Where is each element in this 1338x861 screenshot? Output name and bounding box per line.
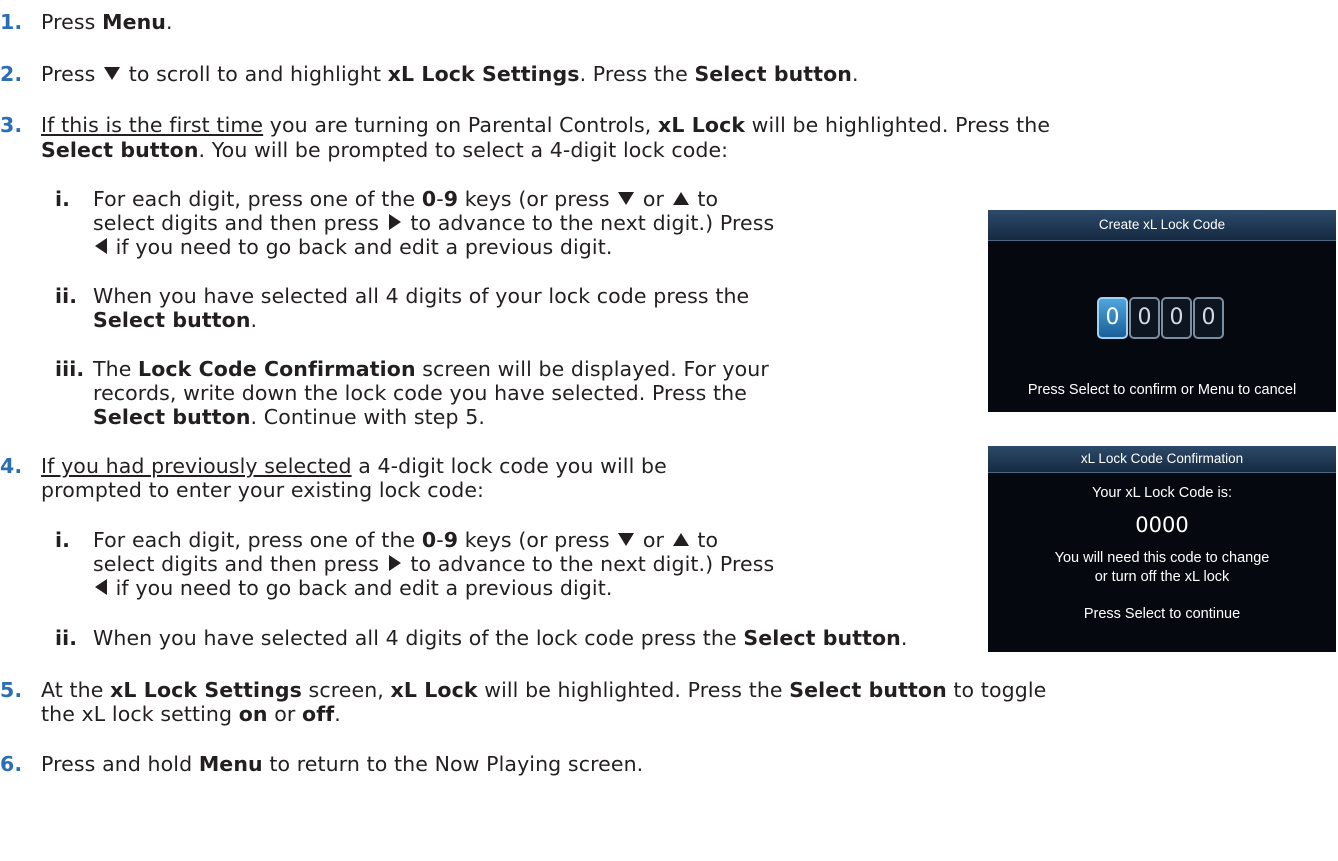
substep-4-i-line-3: if you need to go back and edit a previo… (93, 577, 612, 600)
substep-text: When you have selected all 4 digits of t… (93, 626, 908, 650)
up-arrow-icon (672, 532, 689, 546)
lock-digit-3[interactable]: 0 (1161, 297, 1192, 339)
substep-label: ii. (55, 284, 78, 308)
substep-text: For each digit, press one of the 0-9 key… (93, 187, 719, 211)
code-note-line-2: or turn off the xL lock (1094, 569, 1230, 585)
substep-text: The Lock Code Confirmation screen will b… (93, 357, 769, 381)
screen-title: xL Lock Code Confirmation (988, 446, 1336, 473)
step-text: Press to scroll to and highlight xL Lock… (41, 62, 859, 86)
lock-digit-1[interactable]: 0 (1097, 297, 1128, 339)
substep-label: i. (55, 187, 71, 211)
substep-3-ii-line-2: Select button. (93, 308, 258, 332)
step-5-line-2: the xL lock setting on or off. (41, 702, 341, 726)
up-arrow-icon (672, 191, 689, 205)
step-text: Press Menu. (41, 10, 173, 34)
step-text: At the xL Lock Settings screen, xL Lock … (41, 678, 1047, 702)
lock-digit-4[interactable]: 0 (1193, 297, 1224, 339)
step-number: 1. (0, 10, 23, 34)
substep-3-iii-line-3: Select button. Continue with step 5. (93, 405, 486, 429)
step-number: 2. (0, 62, 23, 86)
screen-footer: Press Select to continue (1083, 606, 1241, 622)
left-arrow-icon (95, 579, 107, 595)
code-note-line-1: You will need this code to change (1054, 550, 1270, 566)
code-intro-text: Your xL Lock Code is: (1092, 485, 1232, 501)
step-4-line-2: prompted to enter your existing lock cod… (41, 478, 485, 502)
down-arrow-icon (104, 66, 121, 80)
left-arrow-icon (95, 238, 107, 254)
step-number: 3. (0, 113, 23, 137)
step-number: 6. (0, 752, 23, 776)
right-arrow-icon (388, 555, 401, 571)
down-arrow-icon (618, 191, 635, 205)
substep-4-i-line-2: select digits and then press to advance … (93, 552, 775, 576)
substep-text: For each digit, press one of the 0-9 key… (93, 528, 719, 552)
step-text: If you had previously selected a 4-digit… (41, 454, 667, 478)
create-lock-code-screen: Create xL Lock Code 0 0 0 0 Press Select… (988, 210, 1336, 412)
step-number: 4. (0, 454, 23, 478)
step-text: Press and hold Menu to return to the Now… (41, 752, 644, 776)
step-text: If this is the first time you are turnin… (41, 113, 1051, 137)
down-arrow-icon (618, 532, 635, 546)
substep-3-i-line-3: if you need to go back and edit a previo… (93, 236, 612, 259)
substep-label: ii. (55, 626, 78, 650)
right-arrow-icon (388, 214, 401, 230)
step-number: 5. (0, 678, 23, 702)
substep-text: When you have selected all 4 digits of y… (93, 284, 750, 308)
screen-footer: Press Select to confirm or Menu to cance… (1027, 382, 1297, 398)
substep-label: i. (55, 528, 71, 552)
screen-title: Create xL Lock Code (988, 210, 1336, 241)
step-3-line-2: Select button. You will be prompted to s… (41, 138, 729, 162)
substep-3-i-line-2: select digits and then press to advance … (93, 211, 775, 235)
substep-3-iii-line-2: records, write down the lock code you ha… (93, 381, 747, 405)
lock-code-value: 0000 (1135, 513, 1189, 537)
substep-label: iii. (55, 357, 85, 381)
lock-code-confirmation-screen: xL Lock Code Confirmation Your xL Lock C… (988, 446, 1336, 652)
lock-digit-2[interactable]: 0 (1129, 297, 1160, 339)
